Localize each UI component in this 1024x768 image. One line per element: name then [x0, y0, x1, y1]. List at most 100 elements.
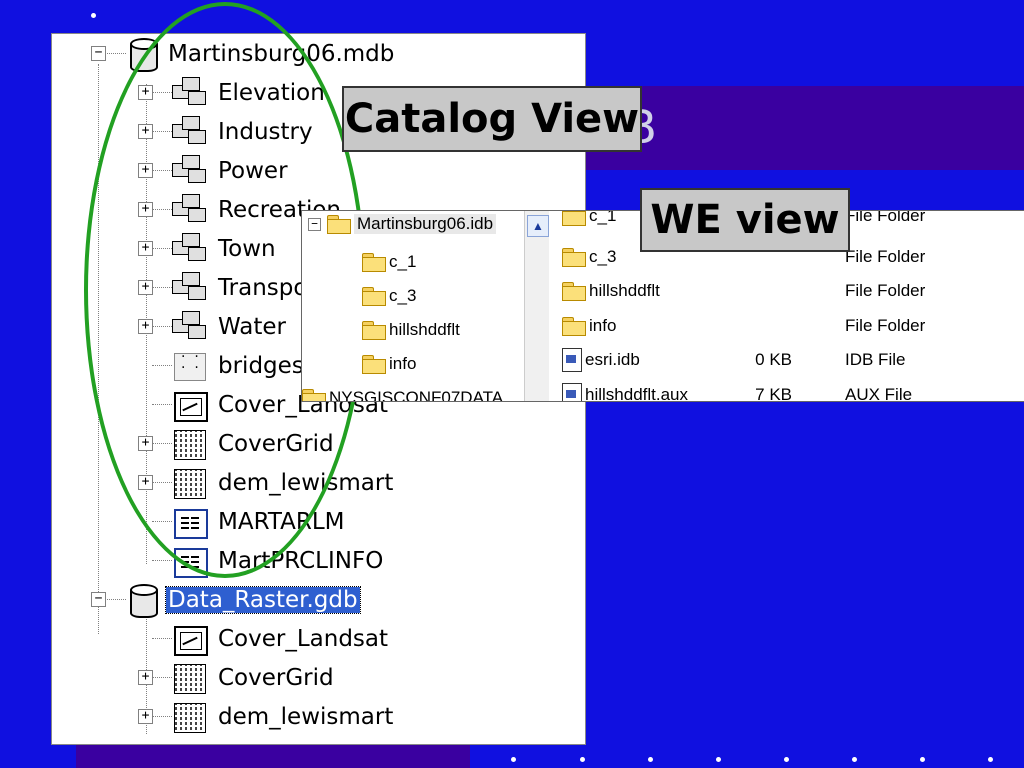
folder-icon — [562, 282, 586, 301]
feature-dataset-icon — [172, 310, 206, 343]
tree-line — [152, 521, 172, 522]
catalog-tree-item[interactable]: Industry — [172, 112, 315, 151]
catalog-item-label: Data_Raster.gdb — [165, 585, 361, 614]
catalog-item-label: CoverGrid — [218, 430, 334, 457]
bottom-band — [76, 742, 470, 768]
catalog-item-label: dem_lewismart — [218, 469, 394, 496]
decor-dot — [648, 757, 653, 762]
catalog-tree-item[interactable]: Town — [172, 229, 278, 268]
expand-icon[interactable]: + — [138, 436, 153, 451]
expand-icon[interactable]: + — [138, 475, 153, 490]
explorer-file-row[interactable]: hillshddflt.aux 7 KB AUX File — [562, 380, 1024, 402]
expand-icon[interactable]: + — [138, 280, 153, 295]
explorer-file-row[interactable]: hillshddflt File Folder — [562, 276, 1024, 306]
feature-dataset-icon — [172, 76, 206, 109]
collapse-icon[interactable]: − — [308, 217, 321, 231]
explorer-file-row[interactable]: info File Folder — [562, 311, 1024, 341]
catalog-tree-item[interactable]: Data_Raster.gdb — [126, 580, 361, 619]
file-type: IDB File — [845, 350, 906, 369]
decor-dot — [580, 757, 585, 762]
we-view-label: WE view — [650, 197, 840, 243]
tree-line — [152, 404, 172, 405]
catalog-tree-item[interactable]: MARTARLM — [172, 502, 347, 541]
explorer-tree-label: NYSGISCONF07DATA — [329, 388, 504, 402]
file-name: c_1 — [589, 210, 617, 225]
catalog-tree-item[interactable]: dem_lewismart — [172, 697, 395, 736]
file-name: c_3 — [589, 246, 617, 266]
catalog-item-label: Town — [218, 235, 276, 262]
catalog-item-label: Industry — [218, 118, 313, 145]
explorer-tree-item[interactable]: − Martinsburg06.idb — [308, 211, 497, 239]
explorer-tree-item[interactable]: c_1 — [362, 247, 416, 277]
catalog-item-label: Martinsburg06.mdb — [168, 40, 395, 67]
tree-line — [152, 638, 172, 639]
file-icon — [562, 348, 582, 372]
personal-geodatabase-icon — [126, 37, 158, 72]
catalog-tree-item[interactable]: Power — [172, 151, 290, 190]
file-name: esri.idb — [585, 350, 640, 369]
expand-icon[interactable]: + — [138, 670, 153, 685]
expand-icon[interactable]: + — [138, 85, 153, 100]
expand-icon[interactable]: + — [138, 124, 153, 139]
explorer-tree-item[interactable]: info — [362, 349, 416, 379]
expand-icon[interactable]: + — [138, 709, 153, 724]
expand-icon[interactable]: + — [138, 319, 153, 334]
scroll-up-arrow-icon[interactable]: ▲ — [527, 215, 549, 237]
collapse-icon[interactable]: − — [91, 592, 106, 607]
explorer-tree-label: hillshddflt — [389, 320, 460, 339]
explorer-tree-label: Martinsburg06.idb — [354, 214, 497, 234]
raster-icon — [172, 623, 208, 656]
collapse-icon[interactable]: − — [91, 46, 106, 61]
tree-line — [152, 365, 172, 366]
folder-icon — [562, 316, 586, 336]
catalog-tree-item[interactable]: CoverGrid — [172, 424, 336, 463]
decor-dot — [511, 757, 516, 762]
explorer-file-row[interactable]: esri.idb 0 KB IDB File — [562, 345, 1024, 375]
catalog-item-label: dem_lewismart — [218, 703, 394, 730]
feature-dataset-icon — [172, 271, 206, 304]
folder-icon — [362, 287, 386, 306]
decor-dot — [784, 757, 789, 762]
decor-dot — [852, 757, 857, 762]
decor-dot — [716, 757, 721, 762]
catalog-tree-item[interactable]: Martinsburg06.mdb — [126, 34, 396, 73]
expand-icon[interactable]: + — [138, 241, 153, 256]
raster-grid-icon — [172, 662, 206, 694]
expand-icon[interactable]: + — [138, 163, 153, 178]
raster-grid-icon — [172, 428, 206, 460]
tree-line — [152, 170, 172, 171]
tree-line — [105, 599, 126, 600]
folder-icon — [362, 321, 386, 340]
explorer-tree-item[interactable]: NYSGISCONF07DATA — [302, 383, 504, 402]
file-geodatabase-icon — [126, 583, 158, 618]
feature-dataset-icon — [172, 154, 206, 187]
catalog-tree-item[interactable]: CoverGrid — [172, 658, 336, 697]
explorer-scrollbar[interactable]: ▲ — [524, 211, 549, 401]
catalog-tree-item[interactable]: MartPRCLINFO — [172, 541, 385, 580]
tree-line — [152, 716, 172, 717]
catalog-tree-item[interactable]: Elevation — [172, 73, 327, 112]
table-icon — [172, 545, 208, 578]
catalog-tree-item[interactable]: dem_lewismart — [172, 463, 395, 502]
explorer-tree-label: c_1 — [389, 252, 417, 271]
tree-line — [152, 560, 172, 561]
file-size: 0 KB — [755, 350, 792, 369]
expand-icon[interactable]: + — [138, 202, 153, 217]
file-size: 7 KB — [755, 384, 792, 402]
catalog-item-label: MartPRCLINFO — [218, 547, 384, 574]
explorer-tree-item[interactable]: c_3 — [362, 281, 416, 311]
file-icon — [562, 382, 582, 401]
file-type: File Folder — [845, 281, 926, 300]
explorer-folder-tree: − Martinsburg06.idb c_1 c_3 hillshddflt info N… — [302, 211, 524, 401]
we-view-callout: WE view — [640, 188, 850, 252]
catalog-item-label: MARTARLM — [218, 508, 345, 535]
explorer-tree-item[interactable]: hillshddflt — [362, 315, 460, 345]
catalog-item-label: CoverGrid — [218, 664, 334, 691]
folder-icon — [562, 211, 586, 226]
folder-icon — [302, 389, 326, 401]
catalog-tree-item[interactable]: Cover_Landsat — [172, 619, 390, 658]
catalog-tree-item[interactable]: Water — [172, 307, 288, 346]
folder-icon — [362, 355, 386, 374]
catalog-view-label: Catalog View — [344, 96, 640, 142]
catalog-tree-item[interactable]: bridges — [172, 346, 306, 385]
